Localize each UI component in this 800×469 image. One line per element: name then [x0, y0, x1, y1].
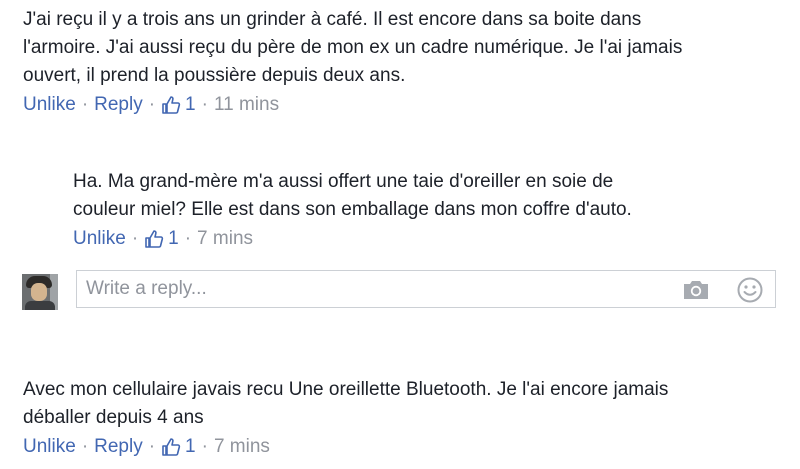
comment-text: Ha. Ma grand-mère m'a aussi offert une t…: [73, 168, 773, 224]
like-count: 1: [168, 228, 179, 249]
unlike-link[interactable]: Unlike: [23, 434, 76, 460]
reply-link[interactable]: Reply: [94, 92, 143, 118]
comment-line: ouvert, il prend la poussière depuis deu…: [23, 65, 406, 86]
comment-line: déballer depuis 4 ans: [23, 407, 204, 428]
reply-input[interactable]: [77, 271, 657, 307]
comment-line: Ha. Ma grand-mère m'a aussi offert une t…: [73, 171, 614, 192]
comment-line: Avec mon cellulaire javais recu Une orei…: [23, 379, 669, 400]
separator: ·: [184, 228, 192, 249]
separator: ·: [81, 436, 89, 457]
comment-actions: Unlike · 1 · 7 mins: [73, 226, 773, 252]
comment-actions: Unlike · Reply · 1 · 11 mins: [23, 92, 783, 118]
thumbs-up-icon: [145, 230, 164, 248]
camera-icon[interactable]: [682, 279, 710, 301]
unlike-link[interactable]: Unlike: [73, 226, 126, 252]
comment-line: couleur miel? Elle est dans son emballag…: [73, 199, 632, 220]
smiley-icon[interactable]: [737, 277, 763, 303]
separator: ·: [148, 436, 156, 457]
comment-actions: Unlike · Reply · 1 · 7 mins: [23, 434, 783, 460]
comment-line: J'ai reçu il y a trois ans un grinder à …: [23, 9, 642, 30]
like-count-button[interactable]: 1: [144, 226, 179, 252]
separator: ·: [148, 94, 156, 115]
like-count: 1: [185, 436, 196, 457]
like-count-button[interactable]: 1: [161, 434, 196, 460]
separator: ·: [81, 94, 89, 115]
separator: ·: [201, 436, 208, 457]
comment-text: Avec mon cellulaire javais recu Une orei…: [23, 376, 783, 432]
timestamp[interactable]: 11 mins: [214, 92, 279, 118]
reply-input-wrapper: [76, 270, 776, 308]
thumbs-up-icon: [162, 96, 181, 114]
comment: Avec mon cellulaire javais recu Une orei…: [23, 376, 783, 460]
separator: ·: [131, 228, 139, 249]
comment-line: l'armoire. J'ai aussi reçu du père de mo…: [23, 37, 683, 58]
reply-comment: Ha. Ma grand-mère m'a aussi offert une t…: [73, 168, 773, 252]
avatar[interactable]: [22, 274, 58, 310]
separator: ·: [201, 94, 208, 115]
thumbs-up-icon: [162, 438, 181, 456]
comment: J'ai reçu il y a trois ans un grinder à …: [23, 6, 783, 118]
reply-link[interactable]: Reply: [94, 434, 143, 460]
like-count: 1: [185, 94, 196, 115]
timestamp[interactable]: 7 mins: [214, 434, 270, 460]
timestamp[interactable]: 7 mins: [197, 226, 253, 252]
comment-text: J'ai reçu il y a trois ans un grinder à …: [23, 6, 783, 90]
like-count-button[interactable]: 1: [161, 92, 196, 118]
reply-composer: [22, 270, 778, 310]
unlike-link[interactable]: Unlike: [23, 92, 76, 118]
